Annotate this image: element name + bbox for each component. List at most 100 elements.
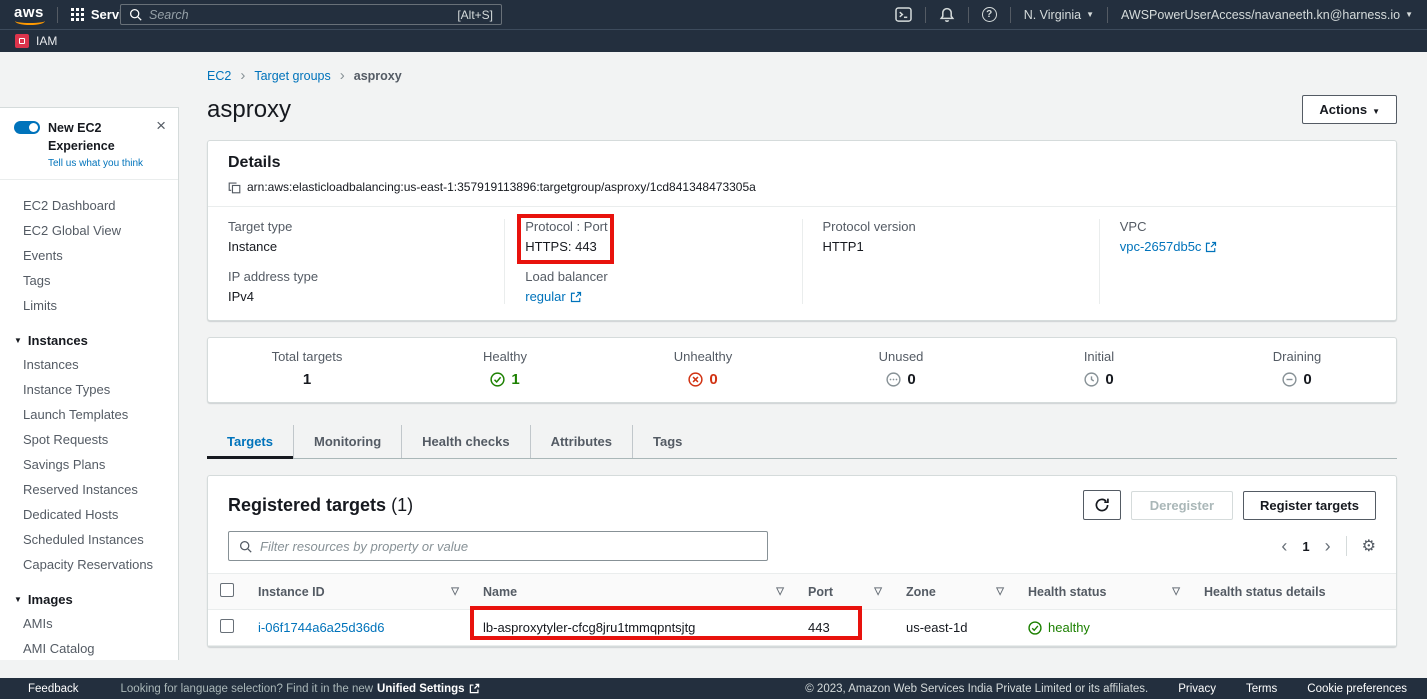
health-status-cell: healthy bbox=[1028, 620, 1180, 635]
ellipsis-circle-icon bbox=[886, 372, 901, 387]
notifications-bell-icon[interactable] bbox=[939, 7, 955, 23]
minus-circle-icon bbox=[1282, 372, 1297, 387]
sidebar-item-instance-types[interactable]: Instance Types bbox=[0, 377, 178, 402]
unused-count: 0 bbox=[802, 371, 1000, 388]
stat-label: Initial bbox=[1000, 349, 1198, 364]
registered-targets-table: Instance ID▽ Name▽ Port▽ Zone▽ Health st… bbox=[208, 573, 1396, 646]
tab-health-checks[interactable]: Health checks bbox=[401, 425, 529, 458]
tab-monitoring[interactable]: Monitoring bbox=[293, 425, 401, 458]
sort-icon[interactable]: ▽ bbox=[1172, 586, 1180, 597]
footer: Feedback Looking for language selection?… bbox=[0, 678, 1427, 699]
field-label: Load balancer bbox=[525, 269, 781, 284]
filter-input[interactable] bbox=[260, 539, 757, 554]
sidebar-item-spot-requests[interactable]: Spot Requests bbox=[0, 427, 178, 452]
sidebar-item-capacity-reservations[interactable]: Capacity Reservations bbox=[0, 552, 178, 577]
tab-attributes[interactable]: Attributes bbox=[530, 425, 632, 458]
divider bbox=[57, 7, 58, 23]
search-input[interactable] bbox=[149, 8, 450, 22]
sidebar-item-savings-plans[interactable]: Savings Plans bbox=[0, 452, 178, 477]
sort-icon[interactable]: ▽ bbox=[451, 586, 459, 597]
vpc-link[interactable]: vpc-2657db5c bbox=[1120, 239, 1218, 254]
register-targets-button[interactable]: Register targets bbox=[1243, 491, 1376, 520]
favorite-iam[interactable]: IAM bbox=[36, 34, 57, 48]
column-header-instance-id[interactable]: Instance ID▽ bbox=[246, 574, 471, 610]
chevron-down-icon: ▼ bbox=[1372, 107, 1380, 116]
protocol-port-value: HTTPS: 443 bbox=[525, 239, 781, 254]
table-settings-gear-icon[interactable]: ⚙ bbox=[1362, 536, 1376, 556]
target-group-arn: arn:aws:elasticloadbalancing:us-east-1:3… bbox=[247, 180, 756, 194]
aws-logo[interactable]: aws bbox=[14, 4, 44, 26]
chevron-down-icon: ▼ bbox=[1086, 10, 1094, 19]
refresh-icon bbox=[1094, 497, 1110, 513]
feedback-link[interactable]: Feedback bbox=[28, 683, 79, 695]
sidebar-section-instances[interactable]: ▼Instances bbox=[0, 328, 178, 352]
new-experience-toggle[interactable] bbox=[14, 121, 40, 134]
actions-button[interactable]: Actions▼ bbox=[1302, 95, 1397, 124]
sidebar-item-events[interactable]: Events bbox=[0, 243, 178, 268]
column-header-health-status-details: Health status details bbox=[1192, 574, 1396, 610]
filter-input-box[interactable] bbox=[228, 531, 768, 561]
sidebar-item-scheduled-instances[interactable]: Scheduled Instances bbox=[0, 527, 178, 552]
breadcrumb-target-groups[interactable]: Target groups bbox=[254, 69, 330, 83]
sidebar-item-tags[interactable]: Tags bbox=[0, 268, 178, 293]
tab-tags[interactable]: Tags bbox=[632, 425, 702, 458]
sidebar-item-ec2-global-view[interactable]: EC2 Global View bbox=[0, 218, 178, 243]
load-balancer-link[interactable]: regular bbox=[525, 289, 581, 304]
clock-circle-icon bbox=[1084, 372, 1099, 387]
column-header-name[interactable]: Name▽ bbox=[471, 574, 796, 610]
check-circle-icon bbox=[1028, 621, 1042, 635]
column-header-port[interactable]: Port▽ bbox=[796, 574, 894, 610]
field-label: Target type bbox=[228, 219, 484, 234]
previous-page-icon[interactable]: ‹ bbox=[1281, 539, 1287, 553]
favorites-bar: IAM bbox=[0, 29, 1427, 52]
sidebar-item-ami-catalog[interactable]: AMI Catalog bbox=[0, 636, 178, 660]
sort-icon[interactable]: ▽ bbox=[996, 586, 1004, 597]
refresh-button[interactable] bbox=[1083, 490, 1121, 520]
details-title: Details bbox=[228, 154, 1376, 172]
banner-feedback-link[interactable]: Tell us what you think bbox=[48, 158, 156, 169]
cloudshell-icon[interactable] bbox=[895, 7, 912, 22]
select-all-checkbox[interactable] bbox=[220, 583, 234, 597]
region-selector[interactable]: N. Virginia ▼ bbox=[1024, 8, 1094, 22]
next-page-icon[interactable]: › bbox=[1325, 539, 1331, 553]
sidebar-item-instances[interactable]: Instances bbox=[0, 352, 178, 377]
unified-settings-link[interactable]: Unified Settings bbox=[377, 683, 465, 695]
copy-icon[interactable] bbox=[228, 181, 241, 194]
close-icon[interactable]: × bbox=[156, 119, 166, 133]
sidebar-section-images[interactable]: ▼Images bbox=[0, 587, 178, 611]
page-number[interactable]: 1 bbox=[1302, 539, 1309, 554]
breadcrumb-ec2[interactable]: EC2 bbox=[207, 69, 231, 83]
instance-id-link[interactable]: i-06f1744a6a25d36d6 bbox=[258, 620, 385, 635]
sidebar-item-launch-templates[interactable]: Launch Templates bbox=[0, 402, 178, 427]
field-label: Protocol version bbox=[823, 219, 1079, 234]
help-icon[interactable]: ? bbox=[982, 7, 997, 22]
external-link-icon bbox=[469, 683, 480, 694]
sort-icon[interactable]: ▽ bbox=[776, 586, 784, 597]
terms-link[interactable]: Terms bbox=[1246, 683, 1277, 695]
sidebar-item-amis[interactable]: AMIs bbox=[0, 611, 178, 636]
deregister-button[interactable]: Deregister bbox=[1131, 491, 1233, 520]
sidebar-item-dedicated-hosts[interactable]: Dedicated Hosts bbox=[0, 502, 178, 527]
global-search[interactable]: [Alt+S] bbox=[120, 4, 502, 25]
column-header-health-status[interactable]: Health status▽ bbox=[1016, 574, 1192, 610]
privacy-link[interactable]: Privacy bbox=[1178, 683, 1216, 695]
cookie-preferences-link[interactable]: Cookie preferences bbox=[1307, 683, 1407, 695]
sort-icon[interactable]: ▽ bbox=[874, 586, 882, 597]
stat-label: Total targets bbox=[208, 349, 406, 364]
account-menu[interactable]: AWSPowerUserAccess/navaneeth.kn@harness.… bbox=[1121, 8, 1413, 22]
healthy-count: 1 bbox=[406, 371, 604, 388]
top-navigation-bar: aws Services [Alt+S] ? bbox=[0, 0, 1427, 29]
field-label: VPC bbox=[1120, 219, 1376, 234]
banner-title: New EC2 Experience bbox=[48, 121, 115, 153]
total-targets-value: 1 bbox=[208, 371, 406, 388]
sidebar-item-ec2-dashboard[interactable]: EC2 Dashboard bbox=[0, 193, 178, 218]
initial-count: 0 bbox=[1000, 371, 1198, 388]
external-link-icon bbox=[570, 291, 582, 303]
chevron-down-icon: ▼ bbox=[14, 595, 22, 604]
health-details-cell bbox=[1192, 610, 1396, 646]
tab-targets[interactable]: Targets bbox=[207, 425, 293, 458]
sidebar-item-reserved-instances[interactable]: Reserved Instances bbox=[0, 477, 178, 502]
sidebar-item-limits[interactable]: Limits bbox=[0, 293, 178, 318]
column-header-zone[interactable]: Zone▽ bbox=[894, 574, 1016, 610]
row-checkbox[interactable] bbox=[220, 619, 234, 633]
